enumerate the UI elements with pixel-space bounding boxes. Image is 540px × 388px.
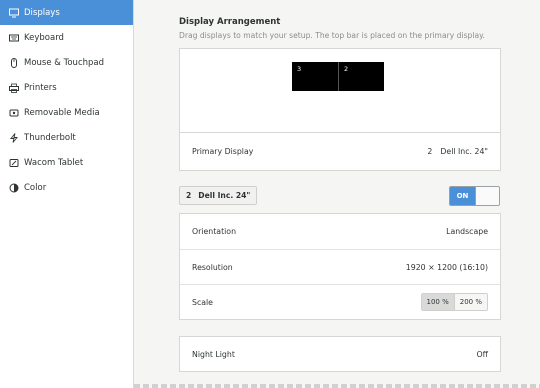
orientation-label: Orientation [192,227,237,236]
keyboard-icon [8,32,20,44]
monitor-number: 3 [297,65,302,73]
tablet-icon [8,157,20,169]
primary-display-card: Primary Display 2 Dell Inc. 24" [179,132,501,171]
sidebar-item-thunderbolt[interactable]: Thunderbolt [0,125,133,150]
scale-row: Scale 100 % 200 % [180,284,500,319]
primary-display-number: 2 [427,147,433,156]
scale-200-button[interactable]: 200 % [453,294,487,310]
resolution-label: Resolution [192,262,233,272]
sidebar-item-label: Color [24,182,47,193]
arrangement-canvas: 3 2 [179,48,501,132]
sidebar-item-label: Thunderbolt [24,132,76,143]
sidebar-item-label: Printers [24,82,57,93]
color-icon [8,182,20,194]
sidebar-item-printers[interactable]: Printers [0,75,133,100]
primary-display-row[interactable]: Primary Display 2 Dell Inc. 24" [180,133,500,170]
thunderbolt-icon [8,132,20,144]
sidebar-item-label: Mouse & Touchpad [24,57,105,68]
sidebar-item-label: Removable Media [24,107,100,118]
media-icon [8,107,20,119]
orientation-value: Landscape [446,227,488,236]
main-panel: Display Arrangement Drag displays to mat… [134,0,540,388]
apply-bar-edge [134,384,540,388]
monitor-3[interactable]: 3 [292,62,338,91]
orientation-row[interactable]: Orientation Landscape [180,214,500,249]
monitor-chip-number: 2 [186,191,192,200]
monitor-2[interactable]: 2 [338,62,384,91]
toggle-knob [475,187,499,205]
sidebar-item-wacom-tablet[interactable]: Wacom Tablet [0,150,133,175]
night-light-value: Off [476,349,488,359]
mouse-icon [8,57,20,69]
scale-selector: 100 % 200 % [420,293,488,311]
sidebar-item-removable-media[interactable]: Removable Media [0,100,133,125]
scale-100-button[interactable]: 100 % [421,294,454,310]
scale-label: Scale [192,297,213,307]
printer-icon [8,82,20,94]
sidebar-item-color[interactable]: Color [0,175,133,200]
sidebar: Displays Keyboard Mouse & Touchpad Print… [0,0,134,388]
toggle-on-label: ON [450,187,475,205]
night-light-row[interactable]: Night Light Off [180,337,500,371]
primary-display-name: Dell Inc. 24" [440,147,488,156]
sidebar-item-label: Keyboard [24,32,64,43]
night-light-card: Night Light Off [179,336,501,372]
monitor-chip-name: Dell Inc. 24" [198,191,251,200]
sidebar-item-displays[interactable]: Displays [0,0,133,25]
display-settings-card: Orientation Landscape Resolution 1920 × … [179,213,501,320]
night-light-label: Night Light [192,349,235,359]
primary-display-label: Primary Display [192,147,254,156]
sidebar-item-keyboard[interactable]: Keyboard [0,25,133,50]
section-subtitle: Drag displays to match your setup. The t… [179,31,485,40]
monitor-number: 2 [344,65,349,73]
resolution-value: 1920 × 1200 (16:10) [405,262,488,272]
display-icon [8,7,20,19]
sidebar-item-label: Wacom Tablet [24,157,84,168]
resolution-row[interactable]: Resolution 1920 × 1200 (16:10) [180,249,500,284]
section-title: Display Arrangement [179,17,281,27]
display-on-toggle[interactable]: ON [449,186,500,206]
monitor-chip: 2 Dell Inc. 24" [179,186,258,205]
sidebar-item-label: Displays [24,7,60,18]
sidebar-item-mouse-touchpad[interactable]: Mouse & Touchpad [0,50,133,75]
